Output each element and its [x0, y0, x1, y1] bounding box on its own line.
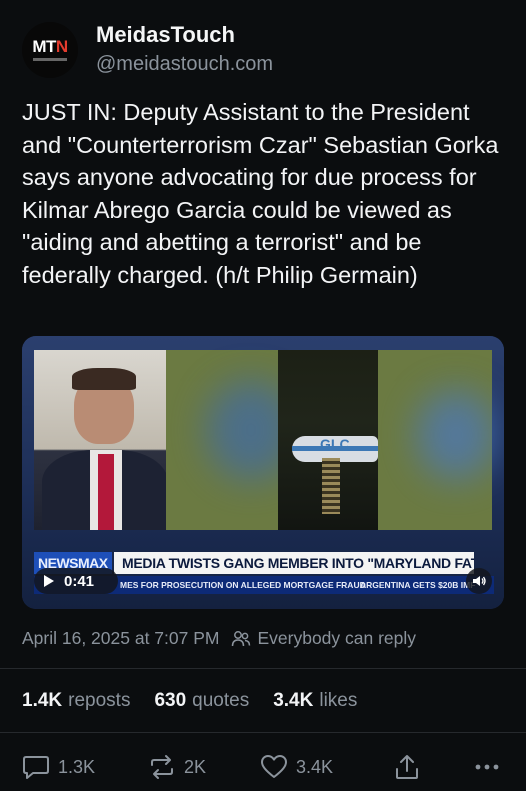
avatar[interactable]: MTN — [22, 22, 78, 78]
volume-icon — [473, 576, 486, 586]
post-timestamp[interactable]: April 16, 2025 at 7:07 PM — [22, 628, 219, 649]
author-name[interactable]: MeidasTouch — [96, 22, 235, 48]
blur-right — [416, 390, 496, 480]
ticker-item-2: ARGENTINA GETS $20B IMF — [360, 580, 476, 590]
post-text: JUST IN: Deputy Assistant to the Preside… — [22, 99, 505, 288]
video-duration: 0:41 — [64, 572, 95, 590]
share-button[interactable] — [394, 752, 428, 782]
repost-icon — [151, 755, 173, 779]
avatar-logo-text: MTN — [32, 37, 68, 56]
video-chyron-headline: MEDIA TWISTS GANG MEMBER INTO "MARYLAND … — [114, 552, 474, 574]
video-player[interactable]: GLC MEDIA TWISTS GANG MEMBER INTO "MARYL… — [22, 336, 504, 609]
engagement-stats: 1.4K reposts 630 quotes 3.4K likes — [22, 690, 381, 712]
more-options-icon — [475, 764, 499, 770]
reply-button[interactable]: 1.3K — [22, 752, 95, 782]
like-button[interactable]: 3.4K — [260, 752, 333, 782]
like-count: 3.4K — [296, 756, 334, 777]
airplane-photo: GLC — [278, 350, 378, 530]
video-speaker-pane — [34, 350, 176, 530]
people-icon — [232, 630, 251, 646]
mute-button[interactable] — [466, 568, 492, 594]
play-duration-button[interactable]: 0:41 — [34, 568, 118, 594]
repost-button[interactable]: 2K — [148, 752, 206, 782]
airplane-lettering: GLC — [320, 436, 350, 452]
more-options-button[interactable] — [474, 752, 508, 782]
reply-icon — [23, 756, 49, 779]
action-bar: 1.3K 2K 3.4K — [22, 752, 506, 782]
reposts-stat[interactable]: 1.4K reposts — [22, 690, 130, 712]
ticker-item-1: MES FOR PROSECUTION ON ALLEGED MORTGAGE … — [120, 580, 366, 590]
airplane-stairs — [322, 458, 340, 514]
video-footage-pane: GLC — [166, 350, 496, 530]
repost-count: 2K — [184, 756, 207, 777]
reply-count: 1.3K — [58, 756, 96, 777]
divider-bottom — [0, 732, 526, 733]
avatar-logo-bar — [33, 58, 67, 61]
heart-icon — [261, 755, 287, 778]
speaker-tie — [98, 454, 114, 530]
author-handle[interactable]: @meidastouch.com — [96, 53, 273, 76]
speaker-hair — [72, 368, 136, 390]
likes-stat[interactable]: 3.4K likes — [273, 690, 357, 712]
quotes-stat[interactable]: 630 quotes — [154, 690, 249, 712]
post-card: MTN MeidasTouch @meidastouch.com JUST IN… — [0, 0, 526, 791]
post-meta: April 16, 2025 at 7:07 PM Everybody can … — [22, 628, 416, 649]
reply-setting[interactable]: Everybody can reply — [257, 628, 416, 649]
divider-top — [0, 668, 526, 669]
play-icon — [44, 575, 54, 587]
share-icon — [396, 755, 418, 779]
